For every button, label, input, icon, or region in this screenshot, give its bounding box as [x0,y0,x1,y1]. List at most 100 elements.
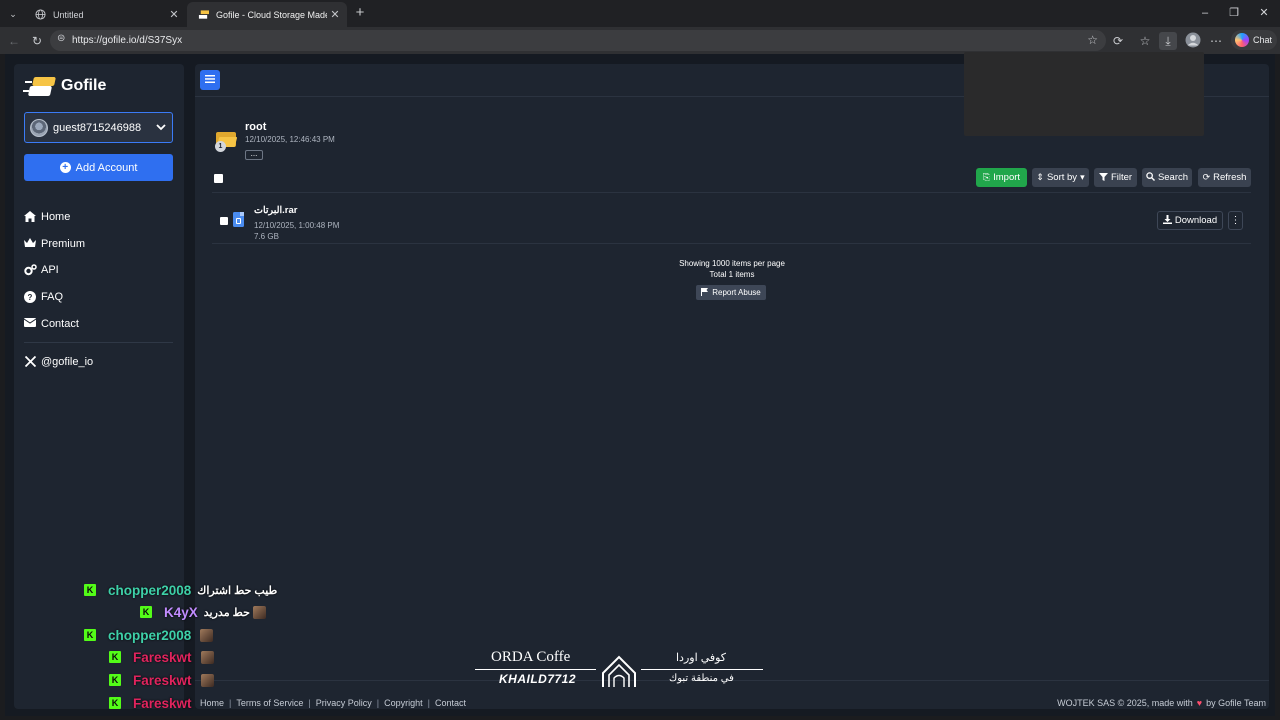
select-all-checkbox[interactable] [214,174,223,183]
sidebar-item-premium[interactable]: Premium [24,235,85,253]
row-divider [212,243,1251,244]
tab-gofile[interactable]: Gofile - Cloud Storage Made Simple ✕ [187,2,347,27]
downloads-icon[interactable]: ⤓ [1159,32,1177,50]
url-text: https://gofile.io/d/S37Syx [72,35,183,46]
chat-message: K Fareskwt [109,693,198,713]
sidebar-item-contact[interactable]: Contact [23,315,79,333]
chevron-down-icon [156,122,166,134]
chat-username: Fareskwt [133,695,192,711]
report-abuse-button[interactable]: Report Abuse [696,285,766,300]
footer-link-contact[interactable]: Contact [435,698,466,708]
address-bar[interactable]: ⊜ https://gofile.io/d/S37Syx ☆ [50,30,1106,51]
profile-avatar[interactable] [1184,32,1202,50]
file-size: 7.6 GB [254,232,279,241]
sidebar-divider [24,342,173,343]
items-per-page-text: Showing 1000 items per page [679,259,785,268]
chat-username: chopper2008 [108,582,192,598]
tab-title: Untitled [53,9,84,20]
menu-toggle-button[interactable] [200,70,220,90]
chat-text: حط مدريد [203,606,250,619]
emote-icon [200,628,214,642]
chat-username: Fareskwt [133,649,192,665]
more-menu-icon[interactable]: ⋯ [1207,32,1225,50]
emote-icon [200,673,214,687]
folder-more-button[interactable]: ... [245,150,263,160]
copilot-chat-button[interactable]: Chat [1231,30,1277,50]
refresh-icon: ⟳ [1202,172,1211,182]
sponsor-overlay: ORDA Coffe KHAILD7712 كوفي اوردا في منطق… [475,648,765,692]
avatar [30,118,48,137]
back-icon[interactable]: ← [5,32,23,50]
file-actions-menu-button[interactable]: ⋮ [1228,211,1243,230]
refresh-label: Refresh [1213,172,1247,183]
sidebar-item-faq[interactable]: ? FAQ [24,288,63,306]
new-tab-button[interactable]: + [352,5,368,21]
tab-title: Gofile - Cloud Storage Made Simple [216,9,327,20]
filter-icon [1098,172,1108,183]
reload-icon[interactable]: ↻ [28,32,46,50]
sidebar-item-api[interactable]: API [24,261,59,279]
search-label: Search [1157,172,1189,183]
footer-link-terms[interactable]: Terms of Service [236,698,303,708]
heart-icon: ♥ [1196,698,1203,708]
sort-icon: ⇕ [1036,172,1044,182]
sponsor-title: ORDA Coffe [491,649,571,665]
refresh-button[interactable]: ⟳ Refresh [1198,168,1251,187]
footer-link-copyright[interactable]: Copyright [384,698,423,708]
file-archive-icon [233,212,244,227]
sidebar-item-label: Premium [41,238,86,250]
orda-logo-icon [602,655,636,687]
blank-overlay-box [964,52,1204,136]
extensions-icon[interactable]: ⟳ [1109,32,1127,50]
download-button[interactable]: Download [1157,211,1223,230]
filter-button[interactable]: Filter [1094,168,1137,187]
sidebar-item-home[interactable]: Home [24,208,70,226]
account-select[interactable]: guest8715246988 [24,112,173,143]
sort-by-button[interactable]: ⇕ Sort by ▾ [1032,168,1089,187]
gofile-logo-icon [23,75,56,97]
sidebar-item-label: Contact [41,318,79,330]
brand-name: Gofile [61,77,107,94]
sponsor-arabic-name: كوفي اوردا [676,652,727,664]
kick-badge-icon: K [84,584,96,596]
file-checkbox[interactable] [220,217,228,225]
favorites-icon[interactable]: ☆ [1136,32,1154,50]
account-name: guest8715246988 [53,121,142,134]
kick-badge-icon: K [140,606,152,618]
tab-bar: ⌄ Untitled ✕ Gofile - Cloud Storage Made… [0,0,1280,27]
gears-icon [24,264,37,276]
minimize-button[interactable]: – [1195,5,1215,21]
bookmark-star-icon[interactable]: ☆ [1087,33,1098,47]
browser-toolbar: ← ↻ ⊜ https://gofile.io/d/S37Syx ☆ ⟳ ☆ ⤓… [0,27,1280,54]
close-window-button[interactable]: ✕ [1254,5,1274,21]
close-tab-icon[interactable]: ✕ [327,8,343,21]
footer-link-home[interactable]: Home [200,698,224,708]
file-name-link[interactable]: البرتات.rar [254,205,297,216]
site-info-icon[interactable]: ⊜ [57,33,65,44]
search-button[interactable]: Search [1142,168,1192,187]
globe-icon [34,9,46,21]
close-tab-icon[interactable]: ✕ [166,8,182,21]
chat-message: K K4yX حط مدريد [140,602,266,622]
list-divider [212,192,1251,193]
tab-list-button[interactable]: ⌄ [5,6,21,22]
tab-untitled[interactable]: Untitled ✕ [24,2,186,27]
chat-username: K4yX [164,604,198,620]
import-button[interactable]: ⎘ Import [976,168,1027,187]
chat-message: K Fareskwt [109,670,214,690]
chat-username: chopper2008 [108,627,192,643]
footer-link-privacy[interactable]: Privacy Policy [316,698,372,708]
caret-down-icon: ▾ [1080,172,1085,182]
brand[interactable]: Gofile [23,75,107,97]
folder-name: root [245,121,267,133]
hamburger-icon [205,75,215,83]
kick-badge-icon: K [84,629,96,641]
footer-copyright: WOJTEK SAS © 2025, made with ♥ by Gofile… [1057,698,1266,708]
restore-button[interactable]: ❐ [1224,5,1244,21]
sidebar-item-twitter[interactable]: @gofile_io [24,353,93,371]
chat-message: K chopper2008 طيب حط اشتراك [84,580,277,600]
sidebar-item-label: API [41,264,59,276]
add-account-button[interactable]: + Add Account [24,154,173,181]
sponsor-rule [475,669,596,670]
svg-text:?: ? [28,293,33,302]
